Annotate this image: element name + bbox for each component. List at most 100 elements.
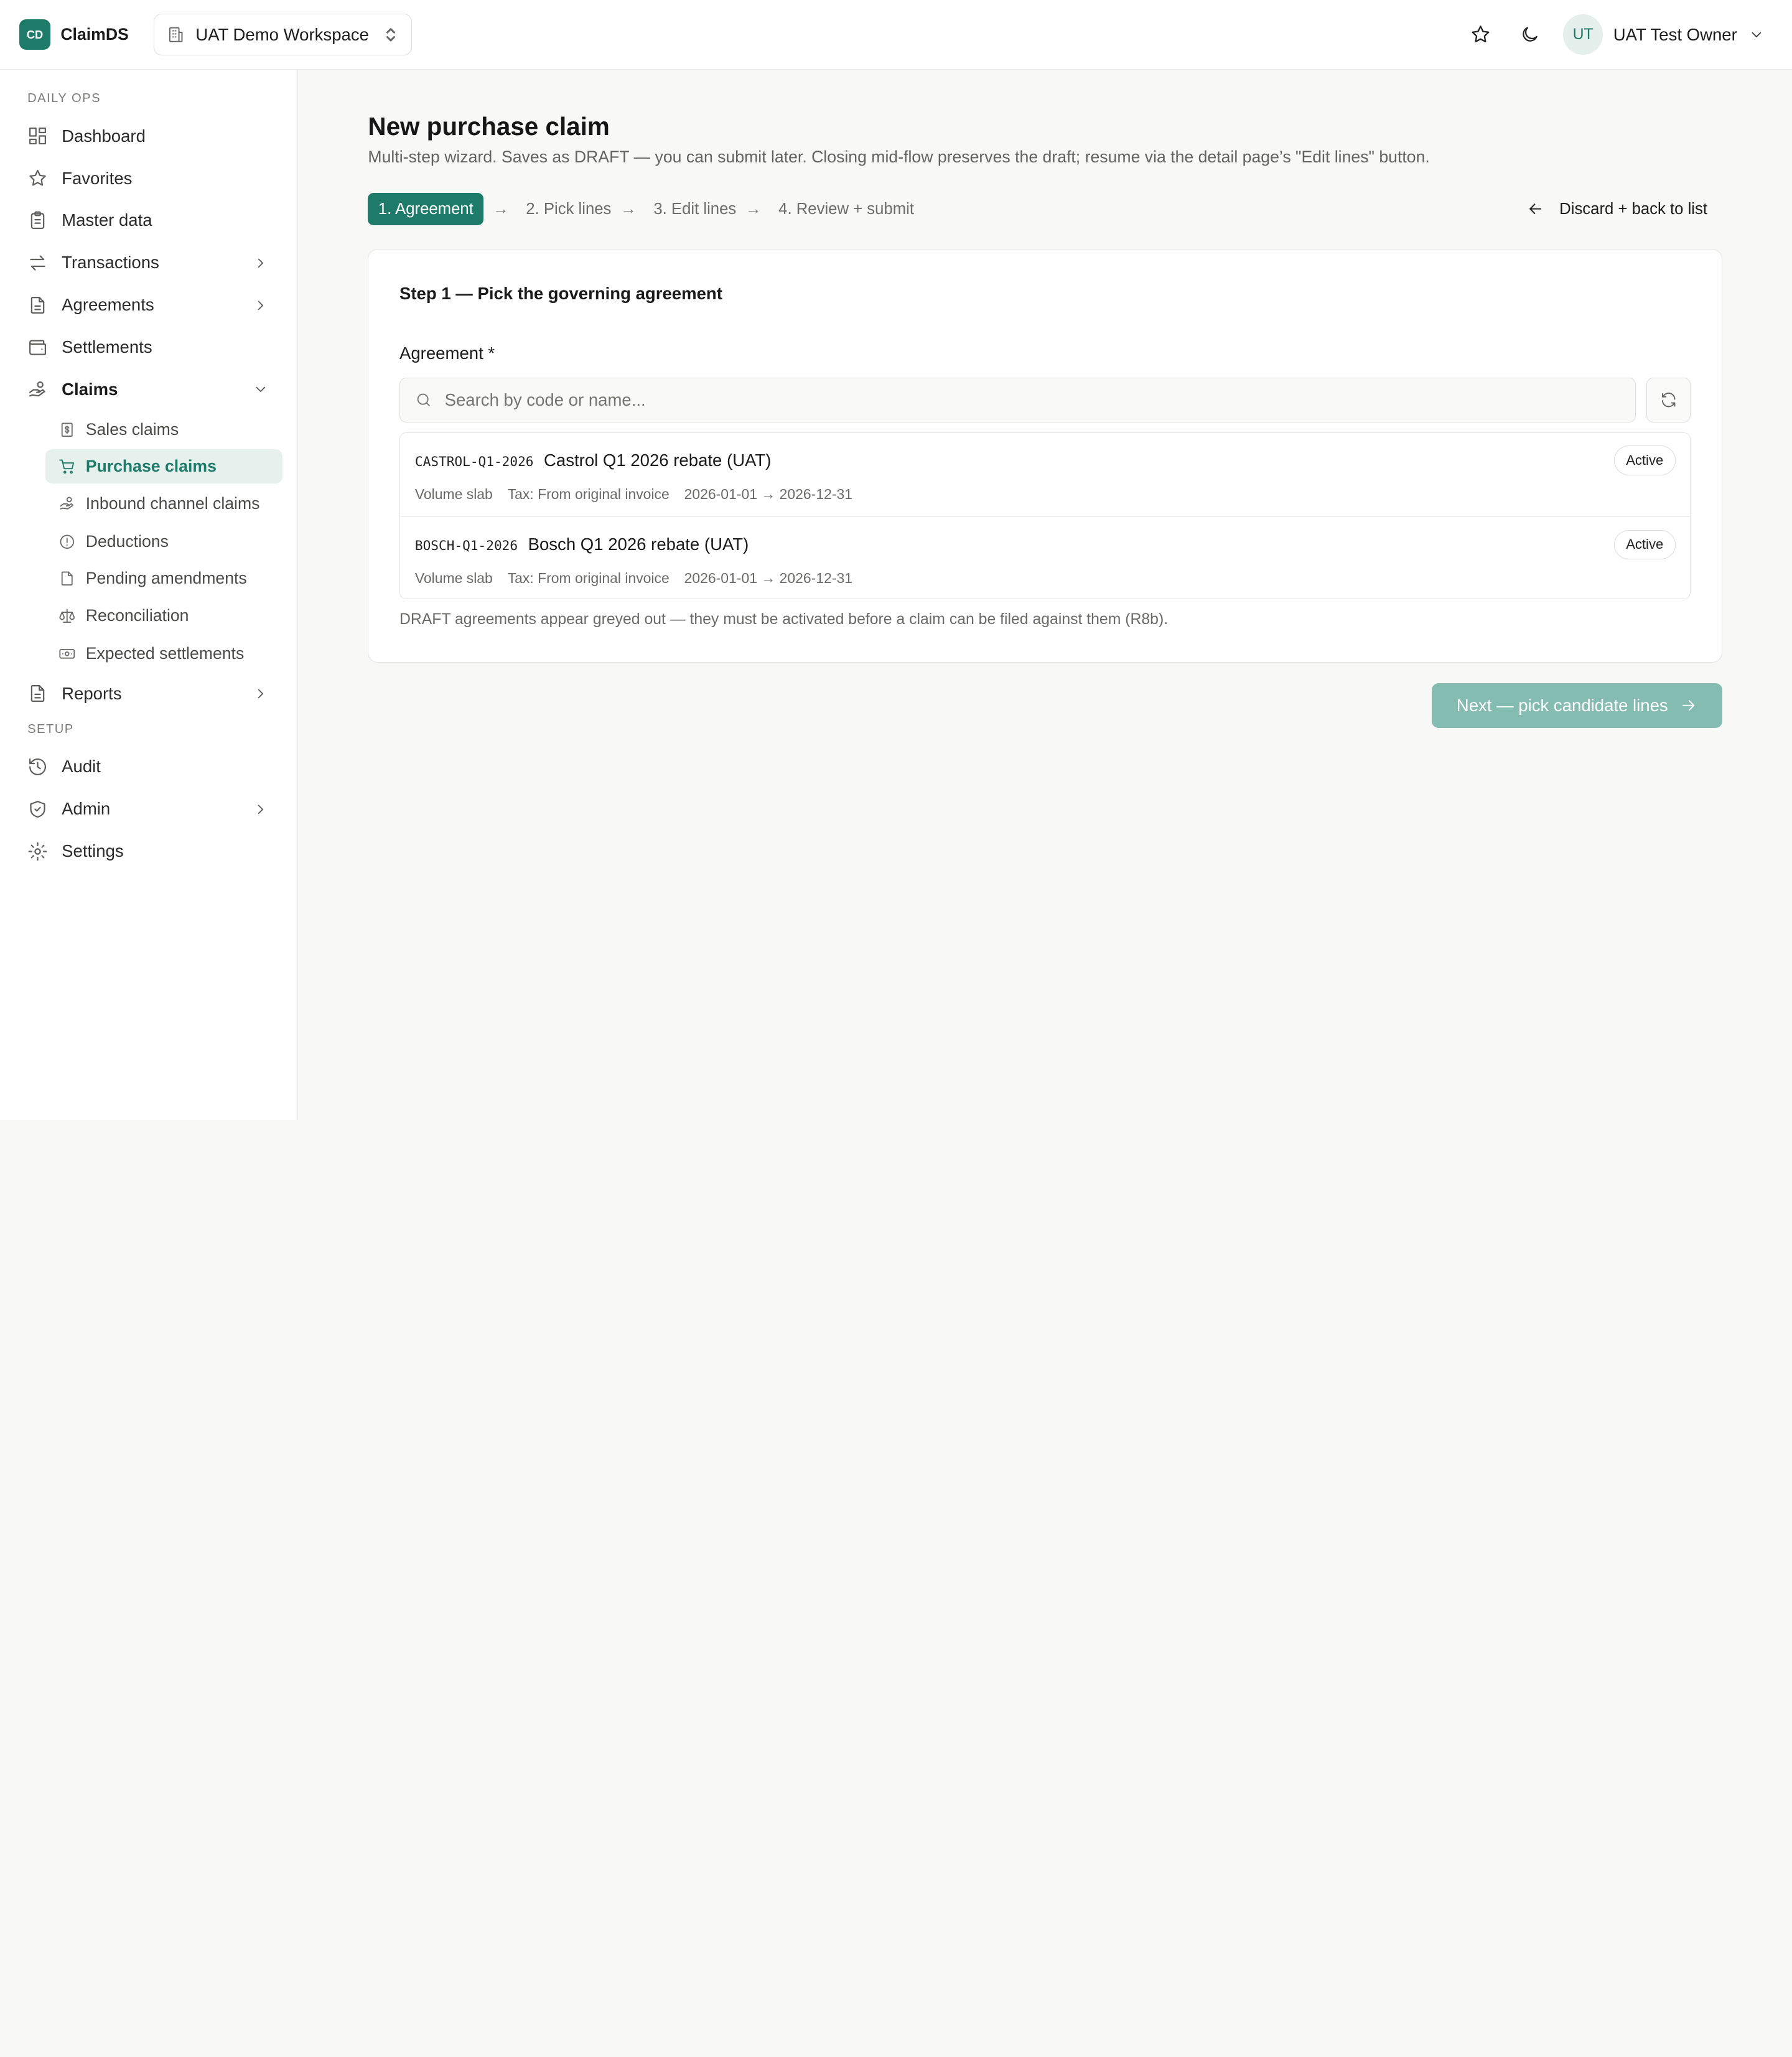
agreement-code: CASTROL-Q1-2026 — [414, 453, 534, 469]
agreement-type: Volume slab — [414, 569, 493, 586]
refresh-button[interactable] — [1646, 378, 1691, 422]
favorites-star-button[interactable] — [1462, 15, 1500, 54]
hand-coins-icon — [27, 380, 48, 400]
workspace-switcher[interactable]: UAT Demo Workspace — [154, 13, 412, 56]
wizard-step-agreement[interactable]: 1. Agreement — [368, 193, 484, 225]
user-name: UAT Test Owner — [1613, 24, 1737, 44]
step-arrow: → — [745, 200, 762, 218]
sidebar-subitem-label: Pending amendments — [85, 568, 247, 587]
sidebar-subitem-pending-amendments[interactable]: Pending amendments — [45, 561, 282, 595]
building-icon — [167, 26, 185, 44]
sidebar-item-settlements[interactable]: Settlements — [16, 329, 282, 366]
draft-note: DRAFT agreements appear greyed out — the… — [399, 610, 1169, 628]
sidebar-item-audit[interactable]: Audit — [16, 749, 282, 785]
sidebar-subitem-label: Sales claims — [85, 420, 179, 439]
workspace-name: UAT Demo Workspace — [195, 24, 369, 44]
document-icon — [27, 295, 48, 315]
agreement-row[interactable]: CASTROL-Q1-2026 Castrol Q1 2026 rebate (… — [399, 433, 1691, 517]
search-icon — [415, 391, 432, 409]
agreement-field-label: Agreement * — [399, 343, 495, 363]
sidebar-item-master-data[interactable]: Master data — [16, 202, 282, 239]
step-arrow: → — [620, 200, 637, 218]
sidebar-subitem-sales-claims[interactable]: Sales claims — [45, 413, 282, 447]
sidebar-subitem-label: Deductions — [85, 532, 169, 551]
sidebar-subitem-label: Reconciliation — [85, 606, 189, 625]
agreement-period: 2026-01-01 → 2026-12-31 — [684, 485, 852, 502]
chevron-right-icon — [253, 686, 269, 702]
agreement-search-input[interactable] — [444, 389, 1588, 410]
moon-icon — [1519, 24, 1540, 45]
agreement-name: Bosch Q1 2026 rebate (UAT) — [528, 534, 749, 554]
agreement-name: Castrol Q1 2026 rebate (UAT) — [544, 450, 772, 470]
discard-back-button[interactable]: Discard + back to list — [1526, 195, 1707, 223]
agreement-row[interactable]: BOSCH-Q1-2026 Bosch Q1 2026 rebate (UAT)… — [399, 516, 1691, 599]
top-bar: CD ClaimDS UAT Demo Workspace UT UAT Tes… — [0, 0, 1792, 70]
sidebar-item-reports[interactable]: Reports — [16, 675, 282, 712]
wizard-steps: 1. Agreement → 2. Pick lines → 3. Edit l… — [368, 193, 914, 225]
sidebar-item-label: Settlements — [62, 337, 152, 357]
sidebar-subitem-label: Expected settlements — [85, 644, 245, 663]
page-subtitle: Multi-step wizard. Saves as DRAFT — you … — [368, 147, 1430, 166]
sidebar-item-label: Settings — [62, 841, 124, 861]
sidebar-item-label: Dashboard — [62, 126, 146, 146]
arrow-right-icon — [1679, 696, 1697, 714]
shopping-cart-icon — [58, 458, 76, 475]
sidebar-subitem-inbound-channel-claims[interactable]: Inbound channel claims — [45, 487, 282, 521]
sidebar-item-agreements[interactable]: Agreements — [16, 287, 282, 324]
clipboard-icon — [27, 210, 48, 231]
sidebar-subitem-reconciliation[interactable]: Reconciliation — [45, 599, 282, 633]
alert-circle-icon — [58, 533, 76, 551]
gear-icon — [27, 841, 48, 862]
chevron-right-icon — [253, 297, 269, 314]
sidebar: DAILY OPS Dashboard Favorites Master dat… — [0, 70, 299, 1120]
next-button[interactable]: Next — pick candidate lines — [1432, 683, 1722, 728]
sidebar-item-label: Reports — [62, 683, 122, 703]
sidebar-subitem-deductions[interactable]: Deductions — [45, 525, 282, 559]
dashboard-icon — [27, 126, 48, 146]
sidebar-item-label: Master data — [62, 210, 152, 230]
wizard-step-review-submit[interactable]: 4. Review + submit — [778, 200, 914, 218]
sidebar-item-label: Audit — [62, 757, 101, 777]
discard-back-label: Discard + back to list — [1559, 200, 1708, 218]
agreement-code: BOSCH-Q1-2026 — [414, 537, 518, 553]
refresh-icon — [1659, 391, 1678, 409]
status-badge: Active — [1613, 529, 1676, 560]
agreement-search[interactable] — [399, 378, 1636, 422]
sidebar-item-label: Favorites — [62, 168, 133, 188]
theme-toggle-button[interactable] — [1511, 15, 1549, 54]
wizard-step-pick-lines[interactable]: 2. Pick lines — [526, 200, 611, 218]
section-label-setup: SETUP — [27, 722, 74, 736]
hand-coins-icon — [58, 495, 76, 513]
sidebar-item-settings[interactable]: Settings — [16, 833, 282, 870]
step-title: Step 1 — Pick the governing agreement — [399, 284, 722, 304]
app-name: ClaimDS — [60, 25, 129, 44]
sidebar-item-claims[interactable]: Claims — [16, 371, 282, 408]
sidebar-item-transactions[interactable]: Transactions — [16, 245, 282, 281]
star-icon — [1470, 24, 1491, 45]
chevron-right-icon — [253, 255, 269, 271]
agreement-tax: Tax: From original invoice — [507, 485, 670, 502]
chevron-down-icon — [1748, 27, 1765, 43]
banknote-icon — [58, 645, 76, 663]
receipt-icon — [58, 421, 76, 439]
sidebar-item-admin[interactable]: Admin — [16, 791, 282, 828]
sidebar-subitem-label: Purchase claims — [85, 456, 217, 475]
sidebar-item-favorites[interactable]: Favorites — [16, 160, 282, 197]
sidebar-item-dashboard[interactable]: Dashboard — [16, 118, 282, 154]
chevrons-updown-icon — [384, 27, 398, 43]
page-title: New purchase claim — [368, 111, 610, 141]
user-menu[interactable]: UT UAT Test Owner — [1562, 14, 1765, 55]
app-logo[interactable]: CD ClaimDS — [19, 19, 129, 50]
avatar: UT — [1562, 14, 1603, 55]
shield-check-icon — [27, 799, 48, 819]
sidebar-subitem-label: Inbound channel claims — [85, 494, 260, 513]
step1-card: Step 1 — Pick the governing agreement Ag… — [368, 249, 1722, 663]
scale-icon — [58, 607, 76, 625]
agreement-list: CASTROL-Q1-2026 Castrol Q1 2026 rebate (… — [399, 432, 1691, 600]
sidebar-subitem-purchase-claims[interactable]: Purchase claims — [45, 449, 282, 483]
wizard-step-edit-lines[interactable]: 3. Edit lines — [653, 200, 736, 218]
wallet-icon — [27, 337, 48, 358]
agreement-period: 2026-01-01 → 2026-12-31 — [684, 569, 852, 586]
section-label-daily-ops: DAILY OPS — [27, 91, 101, 105]
sidebar-subitem-expected-settlements[interactable]: Expected settlements — [45, 637, 282, 671]
